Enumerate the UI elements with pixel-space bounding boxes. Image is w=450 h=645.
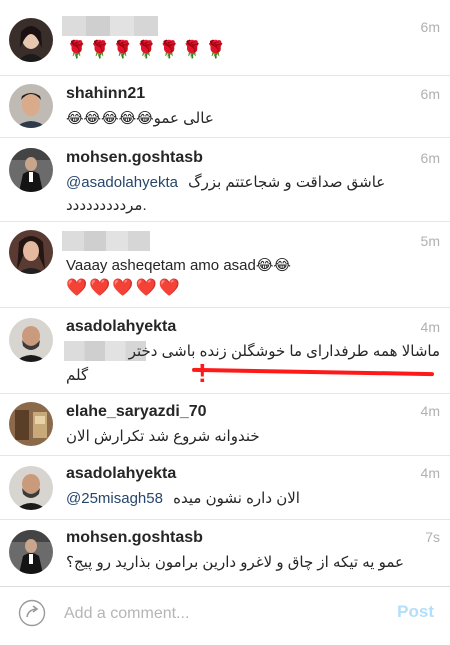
comment-item: mohsen.goshtasb 7s عمو یه تیکه از چاق و … [0, 520, 450, 586]
comment-item: elahe_saryazdi_70 4m خندوانه شروع شد تکر… [0, 394, 450, 456]
reply-icon[interactable] [18, 599, 46, 627]
comment-text: الان داره نشون میده [173, 490, 300, 507]
comment-text: عمو یه تیکه از چاق و لاغرو دارین برامون … [66, 554, 404, 571]
mention-link[interactable]: @25misagh58 [66, 490, 163, 507]
username[interactable]: shahinn21 [66, 85, 145, 103]
timestamp: 4m [420, 319, 440, 335]
comment-text: 🌹🌹🌹🌹🌹🌹🌹 [66, 40, 229, 59]
avatar[interactable] [9, 402, 53, 446]
avatar[interactable] [9, 148, 53, 192]
username[interactable]: mohsen.goshtasb [66, 529, 203, 547]
comment-text-continued: مرددددددددد. [66, 197, 147, 214]
comment-text-continued: ❤️❤️❤️❤️❤️ [66, 278, 182, 297]
comment-text: ماشالا همه طرفدارای ما خوشگلن زنده باشی … [128, 343, 440, 360]
comment-item: asadolahyekta 4m ماشالا همه طرفدارای ما … [0, 308, 450, 394]
username[interactable]: elahe_saryazdi_70 [66, 403, 207, 421]
comment-item: mohsen.goshtasb 6m @asadolahyekta عاشق ص… [0, 138, 450, 222]
comment-item: shahinn21 6m عالی عمو😂😂😂😂😂 [0, 76, 450, 138]
redacted-username [62, 231, 150, 251]
comment-composer: Post [0, 586, 450, 645]
comment-item: 5m Vaaay asheqetam amo asad😂😂 ❤️❤️❤️❤️❤️ [0, 222, 450, 308]
timestamp: 6m [420, 19, 440, 35]
comment-item: 6m 🌹🌹🌹🌹🌹🌹🌹 [0, 0, 450, 76]
comment-text: عالی عمو😂😂😂😂😂 [66, 110, 214, 127]
comment-item: asadolahyekta 4m @25misagh58 الان داره ن… [0, 456, 450, 520]
avatar[interactable] [9, 18, 53, 62]
username[interactable]: asadolahyekta [66, 318, 176, 336]
comment-line: @25misagh58 الان داره نشون میده [66, 489, 436, 507]
comment-text: Vaaay asheqetam amo asad😂😂 [66, 257, 291, 274]
timestamp: 4m [420, 403, 440, 419]
annotation-mark: ! [198, 358, 207, 388]
comment-line: @asadolahyekta عاشق صداقت و شجاعتتم بزرگ [66, 173, 436, 191]
avatar[interactable] [9, 318, 53, 362]
avatar[interactable] [9, 84, 53, 128]
timestamp: 6m [420, 86, 440, 102]
username[interactable]: mohsen.goshtasb [66, 149, 203, 167]
comment-input[interactable] [64, 603, 364, 625]
post-button[interactable]: Post [397, 602, 434, 622]
mention-link[interactable]: @asadolahyekta [66, 174, 178, 191]
redacted-username [62, 16, 158, 36]
avatar[interactable] [9, 466, 53, 510]
comment-text: خندوانه شروع شد تکرارش الان [66, 428, 260, 445]
avatar[interactable] [9, 530, 53, 574]
timestamp: 7s [425, 529, 440, 545]
username[interactable]: asadolahyekta [66, 465, 176, 483]
timestamp: 4m [420, 465, 440, 481]
comment-text: عاشق صداقت و شجاعتتم بزرگ [188, 174, 386, 191]
timestamp: 6m [420, 150, 440, 166]
avatar[interactable] [9, 230, 53, 274]
timestamp: 5m [420, 233, 440, 249]
